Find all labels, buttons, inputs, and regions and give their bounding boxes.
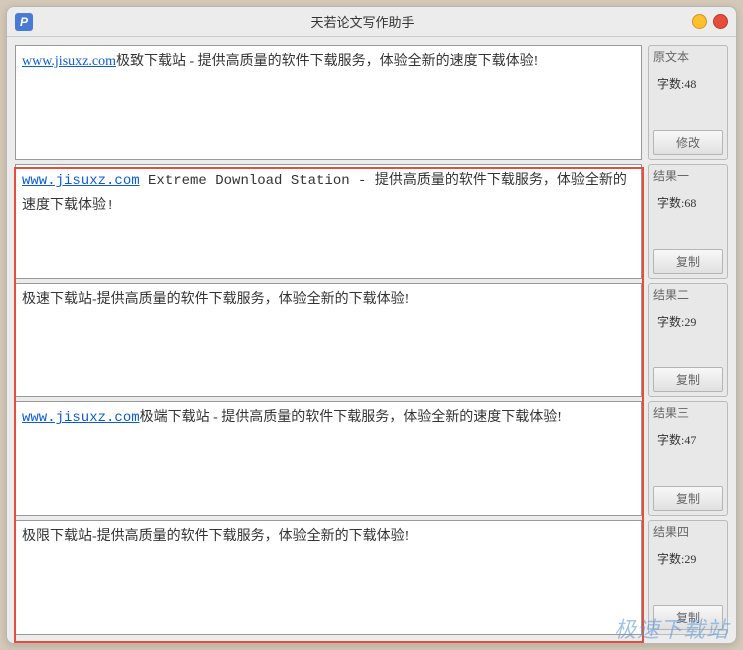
minimize-button[interactable] xyxy=(692,14,707,29)
group-title: 结果四 xyxy=(653,523,723,540)
word-count: 字数:47 xyxy=(653,429,723,450)
sidebar-group-result4: 结果四 字数:29 复制 xyxy=(648,520,728,635)
app-window: P 天若论文写作助手 www.jisuxz.com极致下载站 - 提供高质量的软… xyxy=(6,6,737,644)
close-button[interactable] xyxy=(713,14,728,29)
link-original[interactable]: www.jisuxz.com xyxy=(22,54,116,69)
text-result3: 极端下载站 - 提供高质量的软件下载服务，体验全新的速度下载体验! xyxy=(140,410,562,425)
result1-textbox[interactable]: www.jisuxz.com Extreme Download Station … xyxy=(15,164,642,279)
sidebar: 原文本 字数:48 修改 结果一 字数:68 复制 结果二 字数:29 复制 结… xyxy=(648,45,728,635)
sidebar-group-result2: 结果二 字数:29 复制 xyxy=(648,283,728,398)
copy-button[interactable]: 复制 xyxy=(653,367,723,392)
word-count: 字数:68 xyxy=(653,192,723,213)
original-textbox[interactable]: www.jisuxz.com极致下载站 - 提供高质量的软件下载服务，体验全新的… xyxy=(15,45,642,160)
group-title: 结果三 xyxy=(653,404,723,421)
word-count: 字数:29 xyxy=(653,311,723,332)
sidebar-group-original: 原文本 字数:48 修改 xyxy=(648,45,728,160)
word-count: 字数:29 xyxy=(653,548,723,569)
group-title: 原文本 xyxy=(653,48,723,65)
text-result4: 极限下载站-提供高质量的软件下载服务，体验全新的下载体验! xyxy=(22,529,409,544)
copy-button[interactable]: 复制 xyxy=(653,249,723,274)
text-result2: 极速下载站-提供高质量的软件下载服务，体验全新的下载体验! xyxy=(22,292,409,307)
main-column: www.jisuxz.com极致下载站 - 提供高质量的软件下载服务，体验全新的… xyxy=(15,45,642,635)
link-result3[interactable]: www.jisuxz.com xyxy=(22,410,140,426)
word-count: 字数:48 xyxy=(653,73,723,94)
app-icon: P xyxy=(15,13,33,31)
sidebar-group-result3: 结果三 字数:47 复制 xyxy=(648,401,728,516)
group-title: 结果二 xyxy=(653,286,723,303)
text-original: 极致下载站 - 提供高质量的软件下载服务，体验全新的速度下载体验! xyxy=(116,54,538,69)
group-title: 结果一 xyxy=(653,167,723,184)
sidebar-group-result1: 结果一 字数:68 复制 xyxy=(648,164,728,279)
window-controls xyxy=(692,14,728,29)
copy-button[interactable]: 复制 xyxy=(653,486,723,511)
titlebar[interactable]: P 天若论文写作助手 xyxy=(7,7,736,37)
content-area: www.jisuxz.com极致下载站 - 提供高质量的软件下载服务，体验全新的… xyxy=(7,37,736,643)
copy-button[interactable]: 复制 xyxy=(653,605,723,630)
result3-textbox[interactable]: www.jisuxz.com极端下载站 - 提供高质量的软件下载服务，体验全新的… xyxy=(15,401,642,516)
modify-button[interactable]: 修改 xyxy=(653,130,723,155)
result2-textbox[interactable]: 极速下载站-提供高质量的软件下载服务，体验全新的下载体验! xyxy=(15,283,642,398)
result4-textbox[interactable]: 极限下载站-提供高质量的软件下载服务，体验全新的下载体验! xyxy=(15,520,642,635)
window-title: 天若论文写作助手 xyxy=(33,12,692,31)
link-result1[interactable]: www.jisuxz.com xyxy=(22,173,140,189)
